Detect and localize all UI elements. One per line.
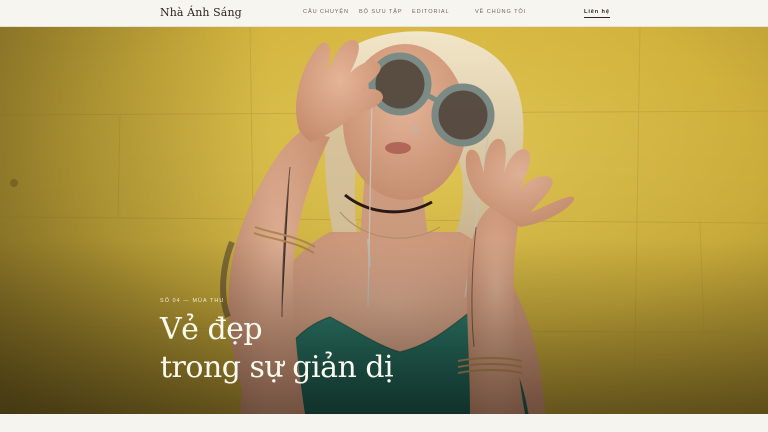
hero-section: Số 04 — Mùa thu Vẻ đẹp trong sự giản dị bbox=[0, 27, 768, 414]
menu-item-stories[interactable]: Câu chuyện bbox=[303, 9, 349, 15]
issue-kicker: Số 04 — Mùa thu bbox=[160, 298, 225, 304]
below-fold-strip bbox=[0, 414, 768, 432]
headline-line-1: Vẻ đẹp bbox=[160, 312, 263, 347]
hero-headline: Vẻ đẹp trong sự giản dị bbox=[160, 311, 394, 387]
top-navigation: Nhà Ánh Sáng Câu chuyện Bộ sưu tập Edito… bbox=[0, 0, 768, 27]
brand-logo[interactable]: Nhà Ánh Sáng bbox=[160, 6, 242, 19]
menu-item-editorial[interactable]: Editorial bbox=[412, 9, 450, 15]
contact-button[interactable]: Liên hệ bbox=[584, 9, 610, 18]
headline-line-2: trong sự giản dị bbox=[160, 350, 394, 385]
menu-item-collections[interactable]: Bộ sưu tập bbox=[359, 9, 403, 15]
menu-item-about[interactable]: Về chúng tôi bbox=[475, 9, 526, 15]
